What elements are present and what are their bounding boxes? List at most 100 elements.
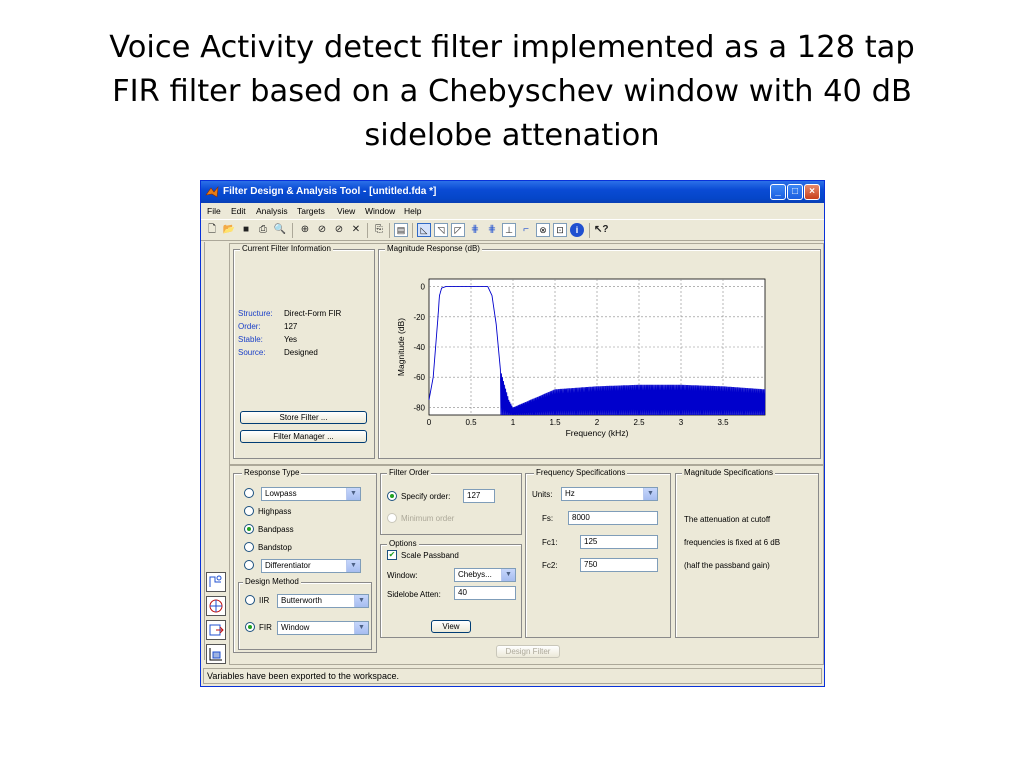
fc2-input[interactable]: 750 [580, 558, 658, 572]
zoom-y-icon[interactable]: ⊘ [332, 223, 346, 237]
filter-manager-button[interactable]: Filter Manager ... [240, 430, 367, 443]
maximize-button[interactable]: □ [787, 184, 803, 200]
full-view-analysis-icon[interactable]: ⎘ [372, 223, 386, 237]
menu-help[interactable]: Help [404, 206, 421, 216]
differentiator-radio[interactable] [244, 560, 254, 570]
import-filter-icon[interactable] [206, 620, 226, 640]
x-tick-label: 1.5 [549, 418, 561, 427]
bandpass-radio[interactable] [244, 524, 254, 534]
menu-file[interactable]: File [207, 206, 221, 216]
magnitude-response-chart[interactable]: 0 0.5 1 1.5 2 2.5 3 3.5 0 -20 -40 -60 -80 Frequency (… [379, 256, 820, 458]
lowpass-radio[interactable] [244, 488, 254, 498]
differentiator-select[interactable]: Differentiator ▼ [261, 559, 361, 573]
y-tick-label: -60 [413, 373, 425, 382]
menu-bar: File Edit Analysis Targets View Window H… [201, 203, 824, 218]
fc1-label: Fc1: [542, 538, 558, 547]
filter-coefficients-icon[interactable]: ⊡ [553, 223, 567, 237]
menu-window[interactable]: Window [365, 206, 395, 216]
design-panel: Response Type Lowpass ▼ Highpass Bandpass… [229, 465, 824, 665]
fir-radio[interactable] [245, 622, 255, 632]
slide-title-line-2: FIR filter based on a Chebyschev window … [112, 74, 912, 109]
fir-method-select[interactable]: Window ▼ [277, 621, 369, 635]
group-delay-icon[interactable]: ⋕ [468, 223, 482, 237]
x-tick-label: 1 [511, 418, 516, 427]
print-icon[interactable]: ⎙ [256, 223, 270, 237]
sidelobe-atten-input[interactable]: 40 [454, 586, 516, 600]
specify-order-radio[interactable] [387, 491, 397, 501]
window-title: Filter Design & Analysis Tool - [untitle… [223, 186, 437, 197]
fs-input[interactable]: 8000 [568, 511, 658, 525]
view-button[interactable]: View [431, 620, 471, 633]
filter-order-legend: Filter Order [387, 468, 432, 477]
magnitude-response-icon[interactable]: ◺ [417, 223, 431, 237]
options-legend: Options [387, 539, 419, 548]
fdatool-window: Filter Design & Analysis Tool - [untitle… [200, 180, 825, 687]
chevron-down-icon: ▼ [346, 488, 360, 500]
menu-targets[interactable]: Targets [297, 206, 325, 216]
filter-info-icon[interactable]: i [570, 223, 584, 237]
window-select[interactable]: Chebys... ▼ [454, 568, 516, 582]
filter-order-group: Filter Order Specify order: 127 Minimum … [380, 468, 522, 535]
y-axis-label: Magnitude (dB) [396, 318, 406, 376]
bandstop-radio[interactable] [244, 542, 254, 552]
x-axis-label: Frequency (kHz) [566, 428, 629, 438]
chevron-down-icon: ▼ [354, 595, 368, 607]
open-icon[interactable]: 📂 [222, 223, 236, 237]
specify-order-input[interactable]: 127 [463, 489, 495, 503]
y-tick-label: -20 [413, 313, 425, 322]
window-label: Window: [387, 571, 418, 580]
units-select[interactable]: Hz ▼ [561, 487, 658, 501]
whats-this-icon[interactable]: ↖? [594, 223, 609, 237]
frequency-specs-legend: Frequency Specifications [534, 468, 628, 477]
menu-edit[interactable]: Edit [231, 206, 246, 216]
full-view-icon[interactable]: ✕ [349, 223, 363, 237]
zoom-x-icon[interactable]: ⊘ [315, 223, 329, 237]
highpass-radio[interactable] [244, 506, 254, 516]
save-icon[interactable]: ■ [239, 223, 253, 237]
x-tick-label: 3 [679, 418, 684, 427]
magnitude-note-line-1: The attenuation at cutoff [684, 515, 771, 524]
structure-label: Structure: [238, 309, 273, 318]
matlab-logo-icon [205, 186, 219, 198]
new-icon[interactable]: 🗋 [205, 223, 219, 237]
step-response-icon[interactable]: ⌐ [519, 223, 533, 237]
phase-delay-icon[interactable]: ⋕ [485, 223, 499, 237]
lowpass-select[interactable]: Lowpass ▼ [261, 487, 361, 501]
chevron-down-icon: ▼ [501, 569, 515, 581]
zoom-in-icon[interactable]: ⊕ [298, 223, 312, 237]
response-type-legend: Response Type [242, 468, 302, 477]
toolbar-separator [389, 223, 390, 238]
pole-zero-icon[interactable]: ⊗ [536, 223, 550, 237]
scale-passband-checkbox[interactable]: ✔ [387, 550, 397, 560]
sidebar [204, 242, 228, 664]
menu-analysis[interactable]: Analysis [256, 206, 288, 216]
response-type-group: Response Type Lowpass ▼ Highpass Bandpass… [233, 468, 377, 653]
info-row-structure: Structure: Direct-Form FIR [238, 309, 341, 318]
highpass-label: Highpass [258, 507, 292, 516]
minimum-order-radio[interactable] [387, 513, 397, 523]
slide-title-line-1: Voice Activity detect filter implemented… [109, 30, 915, 65]
minimize-button[interactable]: _ [770, 184, 786, 200]
design-filter-panel-icon[interactable] [206, 572, 226, 592]
realize-model-icon[interactable] [206, 644, 226, 664]
title-bar[interactable]: Filter Design & Analysis Tool - [untitle… [201, 181, 824, 203]
impulse-response-icon[interactable]: ⊥ [502, 223, 516, 237]
store-filter-button[interactable]: Store Filter ... [240, 411, 367, 424]
phase-response-icon[interactable]: ◹ [434, 223, 448, 237]
menu-view[interactable]: View [337, 206, 355, 216]
design-filter-button[interactable]: Design Filter [496, 645, 560, 658]
iir-radio[interactable] [245, 595, 255, 605]
analysis-panel: Current Filter Information Structure: Dir… [229, 243, 824, 465]
magnitude-phase-icon[interactable]: ◸ [451, 223, 465, 237]
fc1-input[interactable]: 125 [580, 535, 658, 549]
slide-title: Voice Activity detect filter implemented… [40, 26, 984, 158]
fs-label: Fs: [542, 514, 554, 523]
chevron-down-icon: ▼ [643, 488, 657, 500]
close-button[interactable]: × [804, 184, 820, 200]
print-preview-icon[interactable]: 🔍 [273, 223, 287, 237]
legend-icon[interactable]: ▤ [394, 223, 408, 237]
pole-zero-editor-icon[interactable] [206, 596, 226, 616]
x-tick-label: 3.5 [717, 418, 729, 427]
iir-method-select[interactable]: Butterworth ▼ [277, 594, 369, 608]
y-tick-label: -40 [413, 343, 425, 352]
